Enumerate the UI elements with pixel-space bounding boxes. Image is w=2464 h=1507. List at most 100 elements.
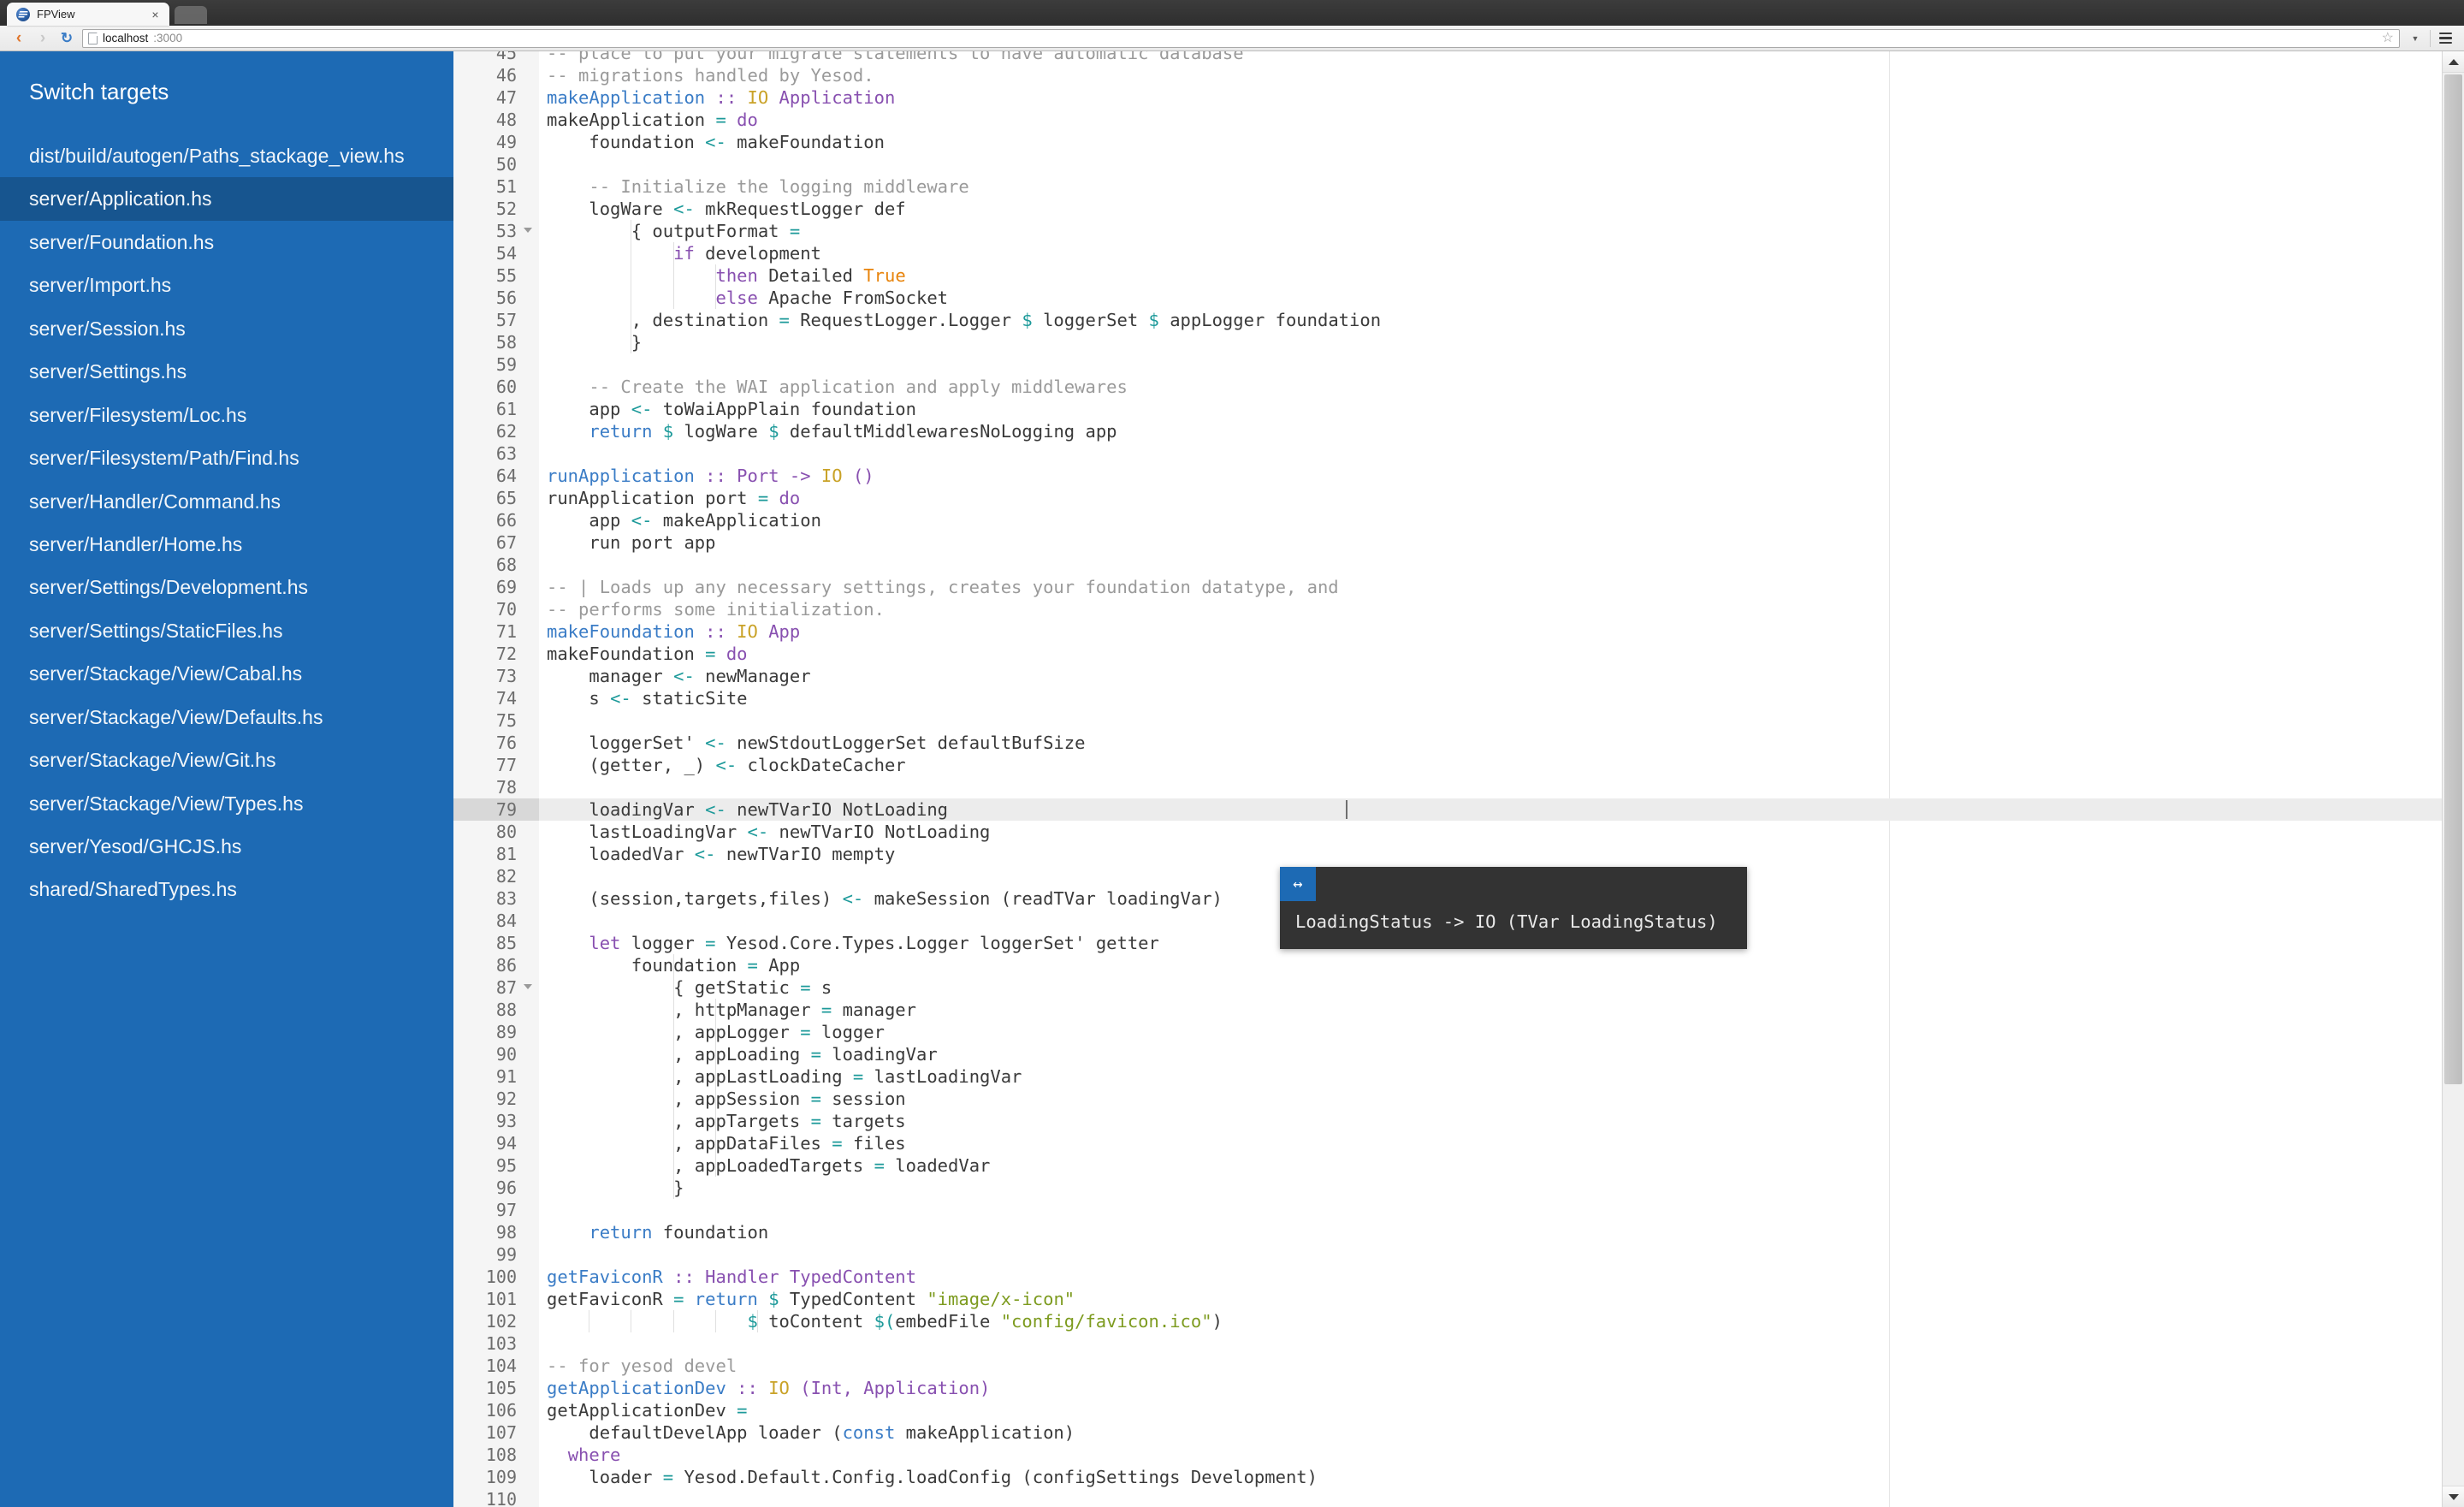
code-line[interactable]: 48makeApplication = do <box>453 109 2464 131</box>
code-line[interactable]: 102 $ toContent $(embedFile "config/favi… <box>453 1310 2464 1332</box>
code-line[interactable]: 91 , appLastLoading = lastLoadingVar <box>453 1065 2464 1088</box>
code-line[interactable]: 54 if development <box>453 242 2464 264</box>
code-line[interactable]: 60 -- Create the WAI application and app… <box>453 376 2464 398</box>
code-line[interactable]: 58 } <box>453 331 2464 353</box>
resize-arrow-icon[interactable]: ↔ <box>1280 867 1316 901</box>
code-line[interactable]: 61 app <- toWaiAppPlain foundation <box>453 398 2464 420</box>
code-line[interactable]: 108 where <box>453 1444 2464 1466</box>
code-line[interactable]: 81 loadedVar <- newTVarIO mempty <box>453 843 2464 865</box>
target-item[interactable]: server/Filesystem/Path/Find.hs <box>0 436 453 479</box>
code-line[interactable]: 71makeFoundation :: IO App <box>453 620 2464 643</box>
code-line[interactable]: 100getFaviconR :: Handler TypedContent <box>453 1266 2464 1288</box>
code-line[interactable]: 59 <box>453 353 2464 376</box>
fold-triangle-icon[interactable] <box>524 228 532 233</box>
code-line[interactable]: 74 s <- staticSite <box>453 687 2464 709</box>
code-line[interactable]: 99 <box>453 1243 2464 1266</box>
code-line[interactable]: 92 , appSession = session <box>453 1088 2464 1110</box>
target-item[interactable]: server/Import.hs <box>0 264 453 306</box>
code-line[interactable]: 72makeFoundation = do <box>453 643 2464 665</box>
code-line[interactable]: 70-- performs some initialization. <box>453 598 2464 620</box>
code-line[interactable]: 106getApplicationDev = <box>453 1399 2464 1421</box>
code-line[interactable]: 89 , appLogger = logger <box>453 1021 2464 1043</box>
target-item[interactable]: server/Settings/Development.hs <box>0 566 453 608</box>
back-button[interactable]: ‹ <box>7 27 31 50</box>
code-line[interactable]: 55 then Detailed True <box>453 264 2464 287</box>
code-line[interactable]: 64runApplication :: Port -> IO () <box>453 465 2464 487</box>
vertical-scrollbar[interactable] <box>2442 51 2464 1507</box>
code-line[interactable]: 76 loggerSet' <- newStdoutLoggerSet defa… <box>453 732 2464 754</box>
code-line[interactable]: 78 <box>453 776 2464 798</box>
code-line[interactable]: 75 <box>453 709 2464 732</box>
code-line[interactable]: 86 foundation = App <box>453 954 2464 976</box>
browser-tab[interactable]: FPView × <box>7 3 169 26</box>
target-item[interactable]: server/Foundation.hs <box>0 221 453 264</box>
scroll-down-button[interactable] <box>2443 1486 2464 1507</box>
code-line[interactable]: 66 app <- makeApplication <box>453 509 2464 531</box>
code-line[interactable]: 79 loadingVar <- newTVarIO NotLoading <box>453 798 2464 821</box>
code-line[interactable]: 101getFaviconR = return $ TypedContent "… <box>453 1288 2464 1310</box>
bookmark-star-icon[interactable]: ☆ <box>2382 32 2394 45</box>
code-line[interactable]: 110 <box>453 1488 2464 1507</box>
code-line[interactable]: 49 foundation <- makeFoundation <box>453 131 2464 153</box>
code-line[interactable]: 104-- for yesod devel <box>453 1355 2464 1377</box>
code-line[interactable]: 88 , httpManager = manager <box>453 999 2464 1021</box>
code-line[interactable]: 67 run port app <box>453 531 2464 554</box>
code-text: { outputFormat = <box>539 220 2464 242</box>
code-line[interactable]: 80 lastLoadingVar <- newTVarIO NotLoadin… <box>453 821 2464 843</box>
code-line[interactable]: 69-- | Loads up any necessary settings, … <box>453 576 2464 598</box>
code-line[interactable]: 105getApplicationDev :: IO (Int, Applica… <box>453 1377 2464 1399</box>
code-line[interactable]: 65runApplication port = do <box>453 487 2464 509</box>
target-item[interactable]: server/Yesod/GHCJS.hs <box>0 825 453 868</box>
code-line[interactable]: 98 return foundation <box>453 1221 2464 1243</box>
code-line[interactable]: 103 <box>453 1332 2464 1355</box>
code-line[interactable]: 90 , appLoading = loadingVar <box>453 1043 2464 1065</box>
target-item[interactable]: shared/SharedTypes.hs <box>0 868 453 911</box>
code-line[interactable]: 45-- place to put your migrate statement… <box>453 51 2464 64</box>
code-line[interactable]: 77 (getter, _) <- clockDateCacher <box>453 754 2464 776</box>
code-line[interactable]: 53 { outputFormat = <box>453 220 2464 242</box>
code-line[interactable]: 56 else Apache FromSocket <box>453 287 2464 309</box>
forward-button[interactable]: › <box>31 27 55 50</box>
code-line[interactable]: 73 manager <- newManager <box>453 665 2464 687</box>
fold-triangle-icon[interactable] <box>524 984 532 989</box>
code-line[interactable]: 107 defaultDevelApp loader (const makeAp… <box>453 1421 2464 1444</box>
reload-button[interactable]: ↻ <box>55 27 79 50</box>
code-line[interactable]: 52 logWare <- mkRequestLogger def <box>453 198 2464 220</box>
code-line[interactable]: 47makeApplication :: IO Application <box>453 86 2464 109</box>
target-item[interactable]: server/Stackage/View/Types.hs <box>0 782 453 825</box>
target-item[interactable]: server/Stackage/View/Cabal.hs <box>0 652 453 695</box>
code-line[interactable]: 97 <box>453 1199 2464 1221</box>
target-item[interactable]: server/Application.hs <box>0 177 453 220</box>
code-line[interactable]: 57 , destination = RequestLogger.Logger … <box>453 309 2464 331</box>
scrollbar-thumb[interactable] <box>2444 74 2462 1084</box>
dropdown-button[interactable]: ▼ <box>2403 34 2427 43</box>
code-line[interactable]: 95 , appLoadedTargets = loadedVar <box>453 1154 2464 1177</box>
code-token: -> <box>790 466 821 486</box>
code-line[interactable]: 93 , appTargets = targets <box>453 1110 2464 1132</box>
target-item[interactable]: dist/build/autogen/Paths_stackage_view.h… <box>0 134 453 177</box>
code-line[interactable]: 51 -- Initialize the logging middleware <box>453 175 2464 198</box>
target-item[interactable]: server/Filesystem/Loc.hs <box>0 394 453 436</box>
code-line[interactable]: 46-- migrations handled by Yesod. <box>453 64 2464 86</box>
url-bar[interactable]: localhost:3000 ☆ <box>82 29 2400 48</box>
target-item[interactable]: server/Session.hs <box>0 307 453 350</box>
close-icon[interactable]: × <box>149 8 162 21</box>
target-item[interactable]: server/Handler/Home.hs <box>0 523 453 566</box>
code-line[interactable]: 68 <box>453 554 2464 576</box>
target-item[interactable]: server/Handler/Command.hs <box>0 480 453 523</box>
code-line[interactable]: 87 { getStatic = s <box>453 976 2464 999</box>
code-line[interactable]: 109 loader = Yesod.Default.Config.loadCo… <box>453 1466 2464 1488</box>
scroll-up-button[interactable] <box>2443 51 2464 73</box>
target-item[interactable]: server/Stackage/View/Defaults.hs <box>0 696 453 739</box>
code-line[interactable]: 63 <box>453 442 2464 465</box>
target-item[interactable]: server/Settings/StaticFiles.hs <box>0 609 453 652</box>
code-line[interactable]: 62 return $ logWare $ defaultMiddlewares… <box>453 420 2464 442</box>
hamburger-menu-button[interactable] <box>2433 33 2457 44</box>
new-tab-button[interactable] <box>175 6 207 24</box>
code-line[interactable]: 94 , appDataFiles = files <box>453 1132 2464 1154</box>
code-editor[interactable]: 45-- place to put your migrate statement… <box>453 51 2464 1507</box>
target-item[interactable]: server/Stackage/View/Git.hs <box>0 739 453 781</box>
target-item[interactable]: server/Settings.hs <box>0 350 453 393</box>
code-line[interactable]: 50 <box>453 153 2464 175</box>
code-line[interactable]: 96 } <box>453 1177 2464 1199</box>
